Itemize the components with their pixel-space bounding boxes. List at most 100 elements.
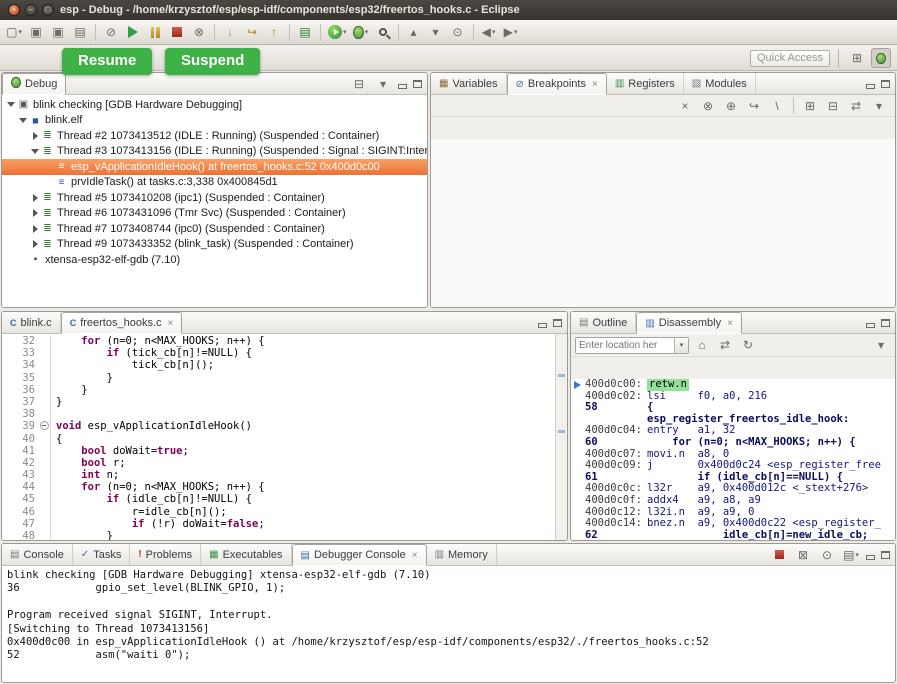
tab-debug[interactable]: Debug xyxy=(2,73,66,95)
code-editor[interactable]: 32 for (n=0; n<MAX_HOOKS; n++) { 33 if (… xyxy=(2,334,567,540)
disasm-source-line[interactable]: 60 for (n=0; n<MAX_HOOKS; n++) { xyxy=(571,437,895,449)
back-icon[interactable]: ◀▾ xyxy=(479,22,499,42)
debug-perspective-icon[interactable] xyxy=(871,48,891,68)
breakpoints-view-menu-icon[interactable]: ▾ xyxy=(869,96,889,116)
disasm-line-current[interactable]: 400d0c00:retw.n xyxy=(571,379,895,391)
tree-item-thread[interactable]: ≣Thread #7 1073408744 (ipc0) (Suspended … xyxy=(2,221,427,237)
remove-all-breakpoints-icon[interactable]: ⊗ xyxy=(698,96,718,116)
home-icon[interactable]: ⌂ xyxy=(692,335,712,355)
code-line[interactable]: 42 bool r; xyxy=(2,457,567,469)
link-with-source-icon[interactable]: ⇄ xyxy=(715,335,735,355)
disassembly-view-menu-icon[interactable]: ▾ xyxy=(871,335,891,355)
previous-annotation-icon[interactable]: ▴ xyxy=(404,22,424,42)
code-line[interactable]: 33 if (tick_cb[n]!=NULL) { xyxy=(2,347,567,359)
minimize-icon[interactable] xyxy=(865,79,876,89)
tab-problems[interactable]: !Problems xyxy=(130,544,201,565)
print-icon[interactable]: ▤ xyxy=(70,22,90,42)
tab-memory[interactable]: ▥Memory xyxy=(427,544,497,565)
code-line[interactable]: 47 if (!r) doWait=false; xyxy=(2,518,567,530)
tab-disassembly[interactable]: ▥Disassembly× xyxy=(636,312,742,334)
minimize-icon[interactable] xyxy=(865,550,876,560)
disasm-line[interactable]: 400d0c14:bnez.n a9, 0x400d0c22 <esp_regi… xyxy=(571,518,895,530)
code-line[interactable]: 45 if (idle_cb[n]!=NULL) { xyxy=(2,493,567,505)
close-icon[interactable]: × xyxy=(592,79,598,90)
open-perspective-icon[interactable]: ⊞ xyxy=(847,48,867,68)
skip-all-breakpoints-icon[interactable]: \ xyxy=(767,96,787,116)
minimize-icon[interactable] xyxy=(537,318,548,328)
tree-item-thread[interactable]: ≣Thread #9 1073433352 (blink_task) (Susp… xyxy=(2,237,427,253)
suspend-icon[interactable] xyxy=(145,22,165,42)
maximize-icon[interactable] xyxy=(552,318,563,328)
tab-console[interactable]: ▤Console xyxy=(2,544,73,565)
search-icon[interactable] xyxy=(373,22,393,42)
next-annotation-icon[interactable]: ▾ xyxy=(426,22,446,42)
disasm-line[interactable]: 400d0c09:j 0x400d0c24 <esp_register_free xyxy=(571,460,895,472)
resume-icon[interactable] xyxy=(123,22,143,42)
tree-item-thread[interactable]: ≣Thread #3 1073413156 (IDLE : Running) (… xyxy=(2,144,427,160)
maximize-icon[interactable] xyxy=(880,318,891,328)
tab-tasks[interactable]: ✓Tasks xyxy=(73,544,131,565)
disconnect-icon[interactable]: ⊗ xyxy=(189,22,209,42)
debug-icon[interactable]: ▾ xyxy=(351,22,371,42)
step-over-icon[interactable]: ↪ xyxy=(242,22,262,42)
code-line[interactable]: 34 tick_cb[n](); xyxy=(2,359,567,371)
location-combo[interactable]: ▾ xyxy=(575,337,689,354)
clear-console-icon[interactable]: ⊠ xyxy=(793,545,813,565)
code-line[interactable]: 44 for (n=0; n<MAX_HOOKS; n++) { xyxy=(2,481,567,493)
code-line[interactable]: 32 for (n=0; n<MAX_HOOKS; n++) { xyxy=(2,335,567,347)
window-close-button[interactable]: × xyxy=(8,4,20,16)
breakpoints-list-empty[interactable] xyxy=(431,139,895,307)
code-line[interactable]: 40{ xyxy=(2,433,567,445)
code-line[interactable]: 37} xyxy=(2,396,567,408)
window-minimize-button[interactable]: – xyxy=(25,4,37,16)
save-all-icon[interactable]: ▣ xyxy=(48,22,68,42)
code-line[interactable]: 48 } xyxy=(2,530,567,540)
go-to-file-icon[interactable]: ↪ xyxy=(744,96,764,116)
tab-freertos-hooks-c[interactable]: Cfreertos_hooks.c× xyxy=(61,312,183,334)
show-breakpoints-for-selection-icon[interactable]: ⊕ xyxy=(721,96,741,116)
close-icon[interactable]: × xyxy=(168,318,174,329)
minimize-icon[interactable] xyxy=(397,79,408,89)
step-return-icon[interactable]: ↑ xyxy=(264,22,284,42)
tree-item-thread[interactable]: ≣Thread #2 1073413512 (IDLE : Running) (… xyxy=(2,128,427,144)
pin-editor-icon[interactable]: ⊙ xyxy=(448,22,468,42)
debugger-console-output[interactable]: blink checking [GDB Hardware Debugging] … xyxy=(2,566,895,666)
expand-all-icon[interactable]: ⊞ xyxy=(800,96,820,116)
collapse-all-icon[interactable]: ⊟ xyxy=(349,74,369,94)
window-maximize-button[interactable]: □ xyxy=(42,4,54,16)
tab-breakpoints[interactable]: ⊘Breakpoints× xyxy=(507,73,607,95)
code-line[interactable]: 38 xyxy=(2,408,567,420)
terminate-icon[interactable] xyxy=(769,545,789,565)
tab-debugger-console[interactable]: ▤Debugger Console× xyxy=(292,544,427,566)
skip-all-breakpoints-icon[interactable]: ⊘ xyxy=(101,22,121,42)
refresh-icon[interactable]: ↻ xyxy=(738,335,758,355)
maximize-icon[interactable] xyxy=(412,79,423,89)
chevron-down-icon[interactable]: ▾ xyxy=(674,338,688,353)
tab-variables[interactable]: ▦Variables xyxy=(431,73,507,94)
code-line[interactable]: 36 } xyxy=(2,384,567,396)
tab-registers[interactable]: ▥Registers xyxy=(607,73,684,94)
tree-item-target[interactable]: ◼blink.elf xyxy=(2,113,427,129)
tab-executables[interactable]: ▦Executables xyxy=(201,544,291,565)
tab-blink-c[interactable]: Cblink.c xyxy=(2,312,61,333)
maximize-icon[interactable] xyxy=(880,79,891,89)
overview-ruler[interactable] xyxy=(555,334,567,540)
code-line[interactable]: 39void esp_vApplicationIdleHook() xyxy=(2,420,567,432)
quick-access[interactable]: Quick Access xyxy=(750,50,830,67)
disasm-line[interactable]: 400d0c02:lsi f0, a0, 216 xyxy=(571,391,895,403)
pin-console-icon[interactable]: ⊙ xyxy=(817,545,837,565)
link-with-debug-icon[interactable]: ⇄ xyxy=(846,96,866,116)
tree-item-gdb[interactable]: ▪xtensa-esp32-elf-gdb (7.10) xyxy=(2,252,427,268)
code-line[interactable]: 41 bool doWait=true; xyxy=(2,445,567,457)
terminate-icon[interactable] xyxy=(167,22,187,42)
location-input[interactable] xyxy=(576,338,674,353)
tree-item-stack-frame[interactable]: ≡prvIdleTask() at tasks.c:3,338 0x400845… xyxy=(2,175,427,191)
disasm-line[interactable]: 400d0c0f:addx4 a9, a8, a9 xyxy=(571,495,895,507)
open-console-icon[interactable]: ▤▾ xyxy=(841,545,861,565)
save-icon[interactable]: ▣ xyxy=(26,22,46,42)
close-icon[interactable]: × xyxy=(412,550,418,561)
code-line[interactable]: 35 } xyxy=(2,372,567,384)
debug-view-menu-icon[interactable]: ▾ xyxy=(373,74,393,94)
tab-outline[interactable]: ▤Outline xyxy=(571,312,636,333)
tree-item-launch[interactable]: ▣blink checking [GDB Hardware Debugging] xyxy=(2,97,427,113)
